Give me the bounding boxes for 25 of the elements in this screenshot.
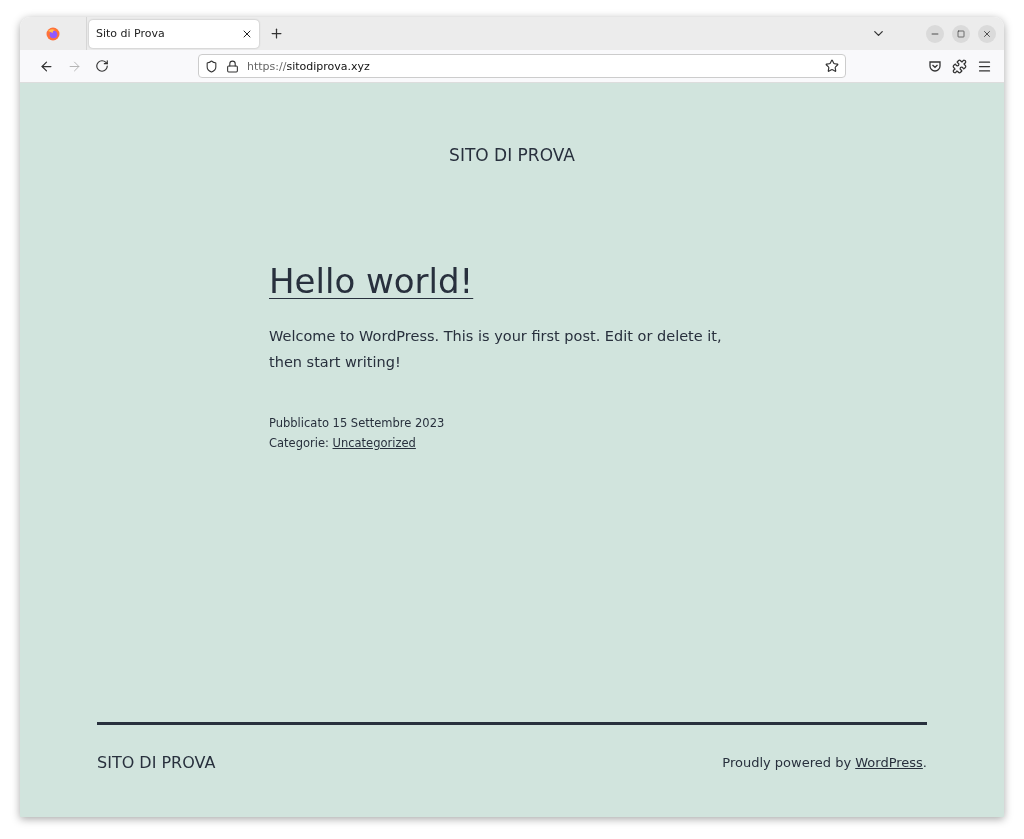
site-title[interactable]: SITO DI PROVA [449,145,575,165]
lock-icon [226,59,239,73]
back-icon[interactable] [38,58,54,74]
close-icon [982,28,992,39]
new-tab-icon[interactable] [269,26,284,41]
pocket-icon[interactable] [928,58,942,73]
star-icon[interactable] [825,59,839,73]
shield-icon [205,59,218,73]
publish-date: Pubblicato 15 Settembre 2023 [269,415,446,432]
maximize-icon [957,29,965,38]
post-body: Welcome to WordPress. This is your first post. Edit or delete it, then start writing! [269,327,723,372]
browser-logo-icon [46,26,60,41]
extensions-icon[interactable] [952,58,967,74]
footer-credit: Proudly powered by WordPress. [722,755,927,770]
address-field[interactable]: https://sitodiprova.xyz [198,54,846,78]
menu-icon[interactable] [977,58,992,74]
wordpress-link[interactable]: WordPress [855,755,923,770]
browser-tab[interactable]: Sito di Prova [89,19,259,48]
category-link[interactable]: Uncategorized [332,436,416,450]
categories-line: Categorie: Uncategorized [269,435,417,452]
reload-icon[interactable] [95,59,109,73]
footer-site-title[interactable]: SITO DI PROVA [97,753,216,772]
window-close-button[interactable] [978,24,996,43]
minimize-button[interactable] [926,24,944,43]
post-title[interactable]: Hello world! [269,261,474,301]
